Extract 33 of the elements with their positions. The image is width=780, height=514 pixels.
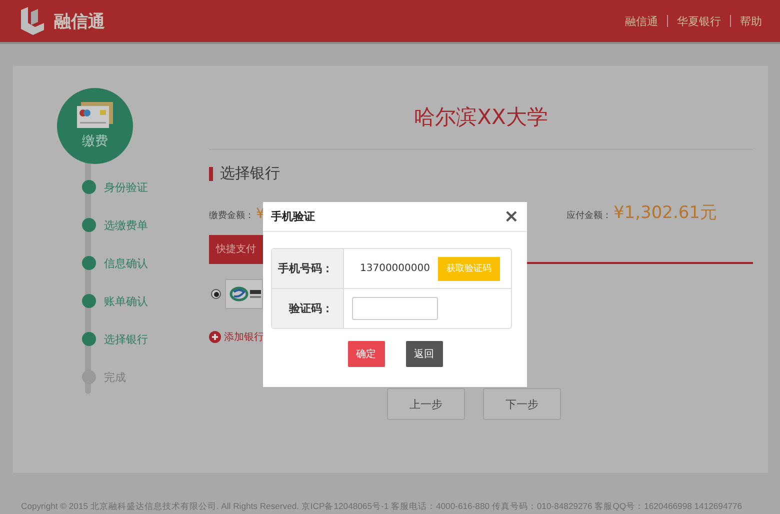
nav-link[interactable]: 融信通 bbox=[616, 14, 667, 28]
plus-icon bbox=[209, 331, 221, 343]
payable-label: 应付金额： bbox=[566, 210, 612, 222]
section-title: 选择银行 bbox=[220, 164, 280, 183]
step-label: 信息确认 bbox=[104, 256, 148, 270]
dialog-button[interactable]: 返回 bbox=[406, 341, 442, 367]
nav-link[interactable]: 帮助 bbox=[731, 14, 762, 28]
bank-radio[interactable] bbox=[211, 289, 221, 299]
field-label: 手机号码： bbox=[278, 261, 333, 276]
nav-link[interactable]: 华夏银行 bbox=[668, 14, 730, 28]
section-marker bbox=[209, 166, 213, 180]
step-button[interactable]: 下一步 bbox=[483, 388, 561, 420]
step-label: 身份验证 bbox=[104, 180, 148, 194]
add-bank-link[interactable]: 添加银行 bbox=[224, 330, 264, 344]
close-button[interactable]: × bbox=[504, 208, 519, 226]
code-input-field[interactable] bbox=[352, 297, 438, 320]
dialog-button[interactable]: 确定 bbox=[348, 341, 384, 367]
school-name: 哈尔滨XX大学 bbox=[414, 104, 548, 131]
logo-text: 融信通 bbox=[54, 10, 105, 32]
field-label: 验证码： bbox=[289, 301, 333, 316]
step-button[interactable]: 上一步 bbox=[387, 388, 465, 420]
step-label: 选择银行 bbox=[104, 332, 148, 346]
step-label: 账单确认 bbox=[104, 294, 148, 308]
phone-number: 13700000000 bbox=[360, 263, 430, 274]
modal-title: 手机验证 bbox=[271, 209, 315, 224]
badge-label: 缴费 bbox=[82, 133, 108, 150]
bank-card-icon bbox=[75, 102, 115, 130]
payment-tab[interactable]: 快捷支付 bbox=[209, 235, 263, 262]
footer-text: Copyright © 2015 北京融科盛达信息技术有限公司. All Rights Reserved. 京ICP备12048065号-1 客服电话：4000-616-880 传真号码：010-84829276 客服QQ号：1620466998 1412694776 bbox=[21, 501, 742, 511]
fee-label: 缴费金额： bbox=[209, 210, 254, 222]
bank-logo-icon[interactable] bbox=[225, 279, 263, 309]
step-label: 选缴费单 bbox=[104, 218, 148, 232]
payable-amount: ¥1,302.61元 bbox=[613, 202, 717, 224]
